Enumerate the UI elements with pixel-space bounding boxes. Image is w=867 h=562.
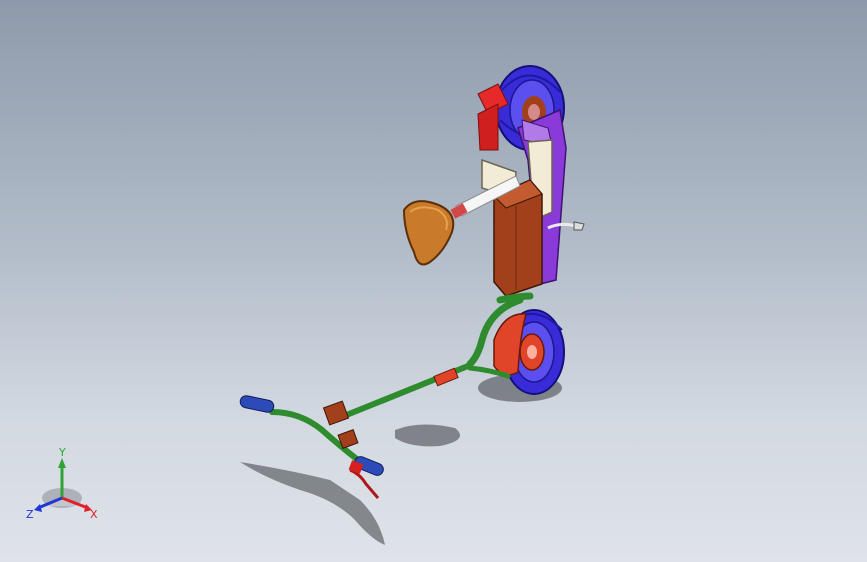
graphics-viewport[interactable]: Y X Z bbox=[0, 0, 867, 562]
z-axis-label: Z bbox=[26, 508, 34, 521]
left-grip[interactable] bbox=[239, 395, 275, 414]
deck-battery-box bbox=[493, 179, 543, 297]
seat[interactable] bbox=[402, 200, 455, 266]
scooter-3d-model[interactable] bbox=[0, 0, 867, 562]
y-axis-label: Y bbox=[58, 446, 66, 459]
ground-shadow bbox=[240, 374, 562, 545]
x-axis-label: X bbox=[90, 508, 98, 521]
handlebar[interactable] bbox=[269, 400, 361, 463]
orientation-triad[interactable]: Y X Z bbox=[18, 444, 108, 524]
